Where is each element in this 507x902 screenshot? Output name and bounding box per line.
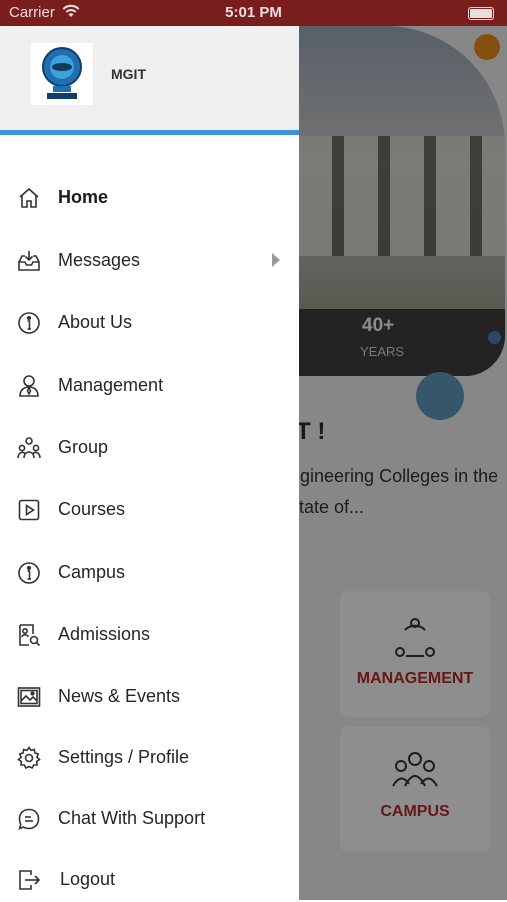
menu-item-chat-with-support[interactable]: Chat With Support (0, 797, 299, 841)
menu-item-label: Courses (58, 499, 126, 519)
menu-item-campus[interactable]: Campus (0, 551, 299, 595)
menu-item-label: Chat With Support (58, 808, 206, 828)
menu-item-label: Messages (58, 250, 141, 270)
menu-item-label: News & Events (58, 686, 181, 706)
menu-item-messages[interactable]: Messages (0, 239, 299, 283)
menu-item-label: Management (58, 375, 164, 395)
document-search-icon (19, 624, 41, 647)
menu-item-label: Settings / Profile (58, 747, 190, 767)
menu-item-home[interactable]: Home (0, 176, 299, 220)
menu-item-label: Home (58, 187, 109, 207)
college-logo (31, 43, 93, 105)
navigation-drawer: MGIT Home Messages About Us Management G… (0, 26, 299, 900)
menu-item-logout[interactable]: Logout (0, 858, 299, 902)
menu-item-group[interactable]: Group (0, 426, 299, 470)
battery-icon (468, 7, 494, 20)
chat-icon (18, 808, 40, 830)
menu-item-label: Logout (60, 869, 116, 889)
status-time: 5:01 PM (225, 4, 282, 21)
menu-item-settings-profile[interactable]: Settings / Profile (0, 736, 299, 780)
menu-item-courses[interactable]: Courses (0, 488, 299, 532)
menu-item-management[interactable]: Management (0, 364, 299, 408)
inbox-download-icon (18, 251, 40, 271)
drawer-accent-bar (0, 130, 299, 135)
chevron-right-icon (272, 253, 280, 267)
image-frame-icon (17, 687, 41, 707)
play-square-icon (18, 499, 40, 521)
menu-item-label: Admissions (58, 624, 151, 644)
info-icon (18, 562, 40, 584)
gear-icon (17, 746, 41, 770)
menu-item-news-events[interactable]: News & Events (0, 675, 299, 719)
app-name: MGIT (111, 66, 146, 82)
home-icon (19, 187, 39, 208)
menu-item-about-us[interactable]: About Us (0, 301, 299, 345)
menu-item-label: Group (58, 437, 109, 457)
menu-item-label: Campus (58, 562, 126, 582)
logout-icon (19, 870, 41, 890)
menu-item-admissions[interactable]: Admissions (0, 613, 299, 657)
info-icon (18, 312, 40, 334)
drawer-header: MGIT (0, 26, 299, 130)
menu-item-label: About Us (58, 312, 133, 332)
status-bar: Carrier 5:01 PM (0, 0, 507, 26)
group-icon (17, 437, 41, 459)
user-tie-icon (19, 375, 39, 397)
